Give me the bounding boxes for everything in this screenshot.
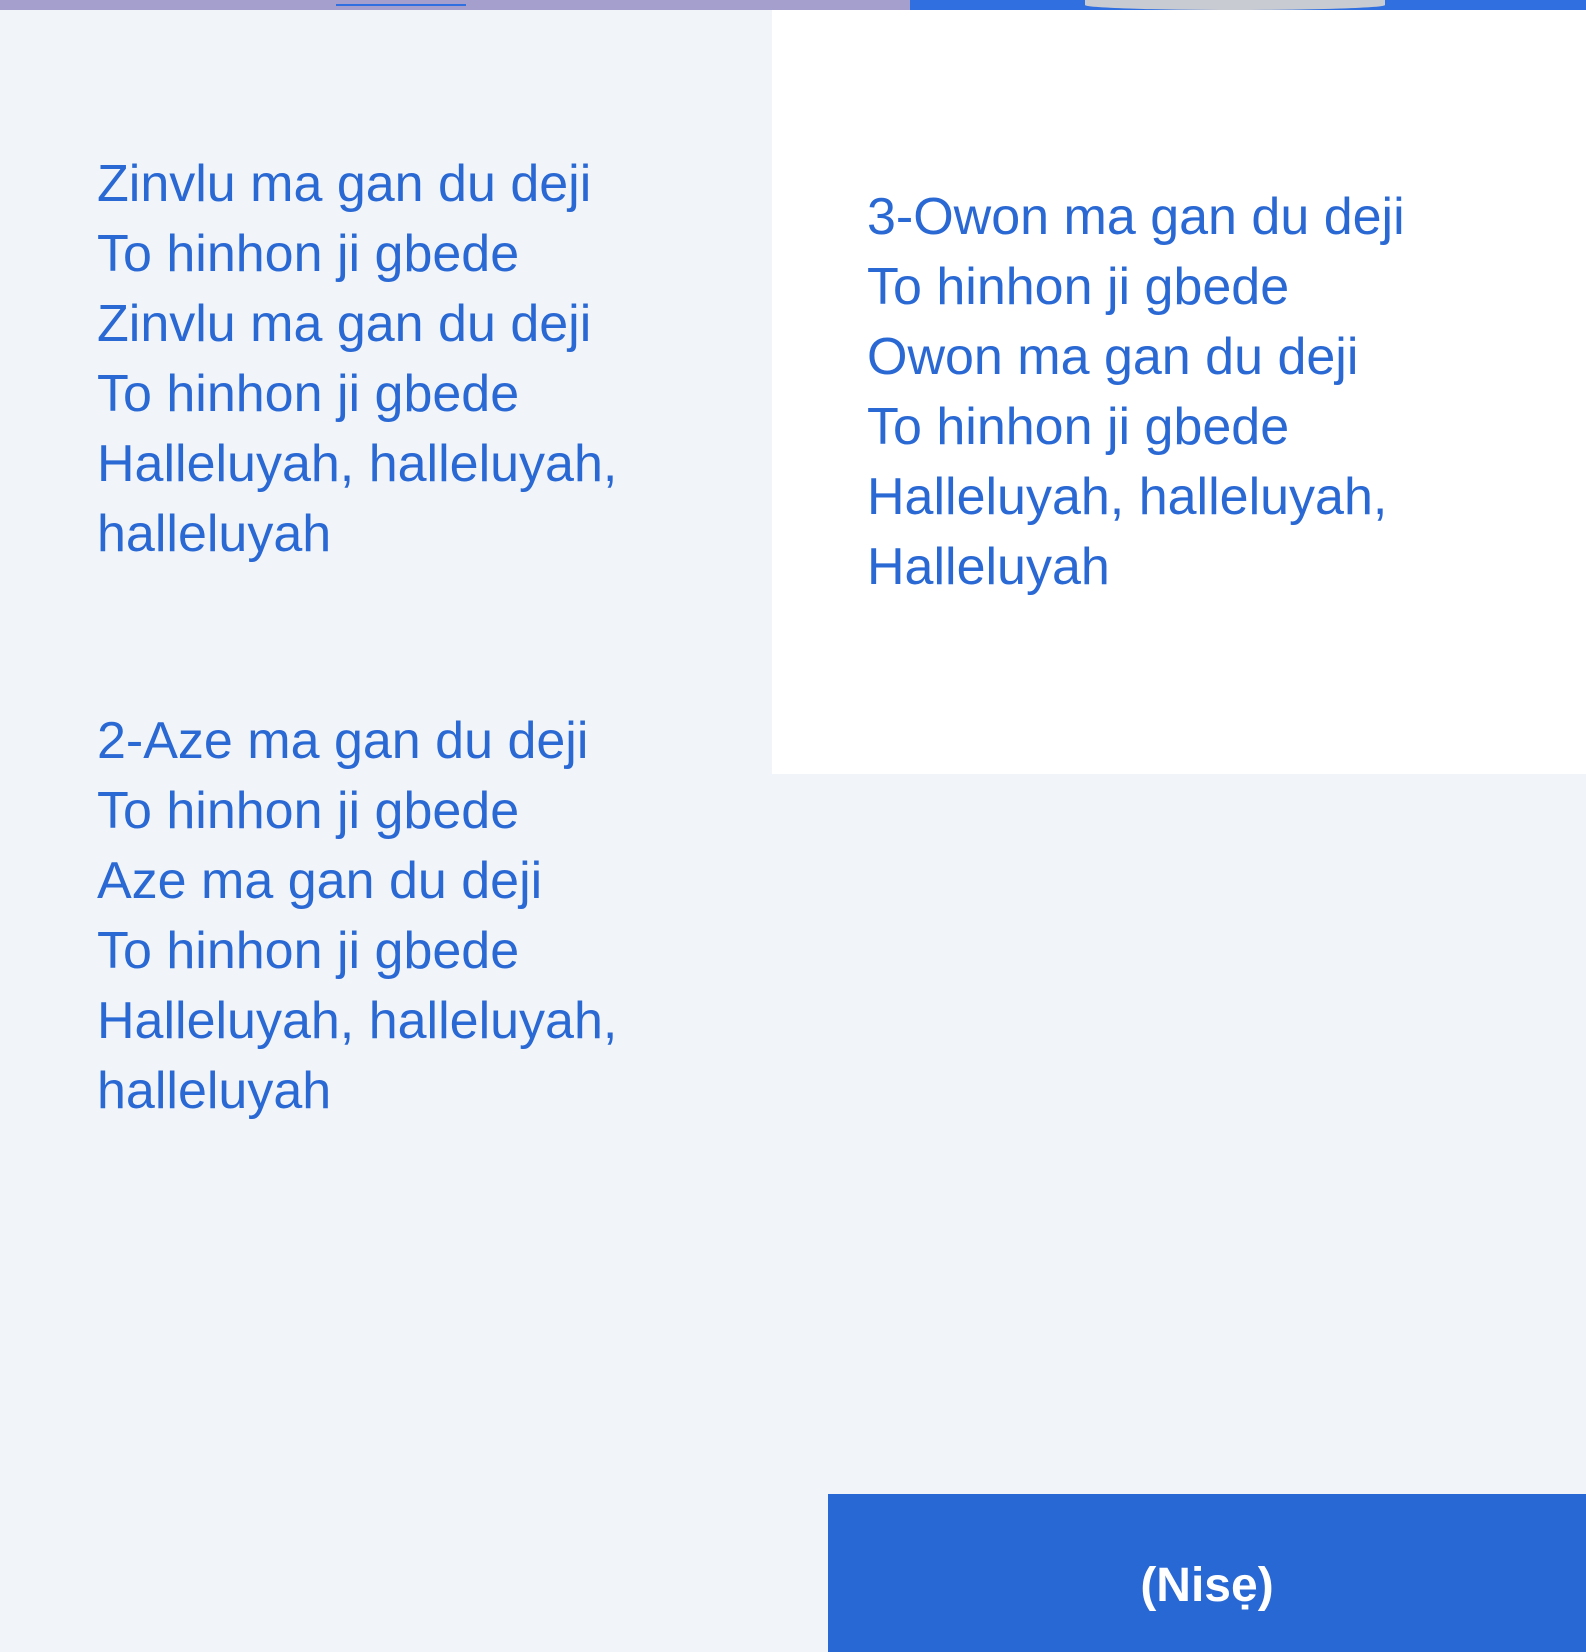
lyric-line: Halleluyah, halleluyah, bbox=[867, 468, 1388, 526]
lyric-line: 3-Owon ma gan du deji bbox=[867, 188, 1405, 246]
verse-1: Zinvlu ma gan du deji To hinhon ji gbede… bbox=[97, 149, 617, 569]
top-banner-edge bbox=[0, 0, 1586, 10]
lyric-line: Owon ma gan du deji bbox=[867, 328, 1359, 386]
lyric-line: halleluyah bbox=[97, 1062, 332, 1120]
nise-button[interactable]: (Nisẹ) bbox=[828, 1494, 1586, 1652]
lyric-line: Halleluyah bbox=[867, 538, 1110, 596]
lyric-line: To hinhon ji gbede bbox=[97, 225, 520, 283]
lyric-line: Zinvlu ma gan du deji bbox=[97, 295, 592, 353]
lyric-line: 2-Aze ma gan du deji bbox=[97, 712, 589, 770]
lyric-line: To hinhon ji gbede bbox=[867, 258, 1290, 316]
lyric-line: To hinhon ji gbede bbox=[97, 782, 520, 840]
banner-image-edge bbox=[1085, 0, 1385, 10]
verse-2: 2-Aze ma gan du deji To hinhon ji gbede … bbox=[97, 706, 617, 1126]
lyric-line: To hinhon ji gbede bbox=[97, 922, 520, 980]
lyric-line: Aze ma gan du deji bbox=[97, 852, 543, 910]
verse-3: 3-Owon ma gan du deji To hinhon ji gbede… bbox=[867, 182, 1405, 602]
nav-underline bbox=[336, 0, 466, 6]
lyric-line: Zinvlu ma gan du deji bbox=[97, 155, 592, 213]
lyric-line: Halleluyah, halleluyah, bbox=[97, 992, 618, 1050]
lyric-line: To hinhon ji gbede bbox=[97, 365, 520, 423]
lyric-line: Halleluyah, halleluyah, bbox=[97, 435, 618, 493]
lyric-line: To hinhon ji gbede bbox=[867, 398, 1290, 456]
lyric-line: halleluyah bbox=[97, 505, 332, 563]
